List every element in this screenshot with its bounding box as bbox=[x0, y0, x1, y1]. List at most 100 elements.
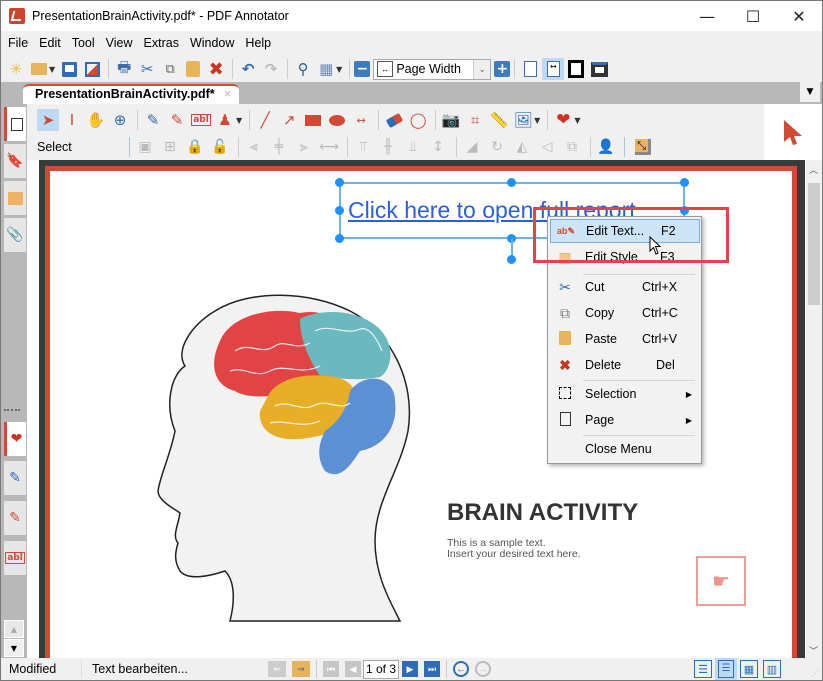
maximize-button[interactable]: ☐ bbox=[730, 1, 776, 31]
lasso-tool[interactable]: ◯ bbox=[407, 109, 429, 131]
favorites-tool[interactable]: ❤ bbox=[552, 109, 574, 131]
single-page-layout-button[interactable]: ☰ bbox=[694, 660, 712, 678]
sidebar-tab-attachments[interactable]: 📎 bbox=[4, 218, 26, 252]
highlighter-tool[interactable]: ✎ bbox=[166, 109, 188, 131]
text-select-tool[interactable]: Ⅰ bbox=[61, 109, 83, 131]
fit-width-view-button[interactable]: ↔ bbox=[542, 58, 565, 80]
align-right-button[interactable]: ⫸ bbox=[293, 137, 315, 157]
ungroup-button[interactable]: ⊞ bbox=[159, 137, 181, 157]
cut-button[interactable]: ✂ bbox=[136, 58, 158, 80]
next-document-button[interactable]: ⇒ bbox=[292, 661, 310, 677]
dimension-tool[interactable]: ↔ bbox=[350, 109, 372, 131]
history-back-button[interactable]: ← bbox=[453, 661, 469, 677]
redo-button[interactable]: ↷ bbox=[260, 58, 282, 80]
rotation-handle[interactable] bbox=[507, 255, 516, 264]
zoom-tool[interactable]: ⊕ bbox=[109, 109, 131, 131]
resize-handle-nw[interactable] bbox=[335, 178, 344, 187]
next-page-button[interactable]: ▶ bbox=[402, 661, 418, 677]
previous-page-button[interactable]: ◀ bbox=[345, 661, 361, 677]
favorites-dropdown-arrow[interactable]: ▼ bbox=[574, 116, 580, 125]
first-page-button[interactable]: ⏮ bbox=[323, 661, 339, 677]
eraser-tool[interactable] bbox=[383, 109, 405, 131]
same-height-button[interactable]: ↕ bbox=[427, 137, 449, 157]
sidebar-tab-favorites[interactable]: ❤ bbox=[4, 422, 26, 456]
full-screen-button[interactable] bbox=[565, 58, 587, 80]
textbox-tool[interactable]: abl bbox=[190, 109, 212, 131]
splitter-handle-horizontal[interactable] bbox=[4, 409, 20, 411]
previous-document-button[interactable]: ⇐ bbox=[268, 661, 286, 677]
menu-help[interactable]: Help bbox=[241, 36, 275, 50]
sidebar-scroll-down[interactable]: ▼ bbox=[4, 639, 24, 657]
insert-image-dropdown-arrow[interactable]: ▼ bbox=[534, 116, 540, 125]
align-bottom-button[interactable]: ⫫ bbox=[402, 137, 424, 157]
lock-button[interactable]: 🔒 bbox=[184, 137, 206, 157]
crop-tool[interactable]: ⌗ bbox=[464, 109, 486, 131]
rectangle-tool[interactable] bbox=[302, 109, 324, 131]
arrow-tool[interactable]: ↗ bbox=[278, 109, 300, 131]
save-as-button[interactable] bbox=[81, 58, 103, 80]
align-left-button[interactable]: ⫷ bbox=[243, 137, 265, 157]
menu-item-page[interactable]: Page ▶ bbox=[550, 408, 700, 432]
group-button[interactable]: ▣ bbox=[134, 137, 156, 157]
rotate-right-button[interactable]: ↻ bbox=[486, 137, 508, 157]
continuous-layout-button[interactable]: ☰ bbox=[715, 658, 737, 680]
resize-handle-w[interactable] bbox=[335, 206, 344, 215]
chevron-down-icon[interactable]: ⌄ bbox=[473, 59, 491, 79]
menu-file[interactable]: File bbox=[4, 36, 32, 50]
menu-window[interactable]: Window bbox=[186, 36, 238, 50]
single-page-view-button[interactable] bbox=[519, 58, 541, 80]
menu-view[interactable]: View bbox=[102, 36, 137, 50]
sidebar-tab-notes[interactable] bbox=[4, 181, 26, 215]
undo-button[interactable]: ↶ bbox=[237, 58, 259, 80]
ellipse-tool[interactable] bbox=[326, 109, 348, 131]
sidebar-tab-textbox[interactable]: abl bbox=[4, 541, 26, 575]
resize-handle-sw[interactable] bbox=[335, 234, 344, 243]
sidebar-tab-pages[interactable] bbox=[4, 107, 26, 141]
menu-item-paste[interactable]: Paste Ctrl+V bbox=[550, 327, 700, 351]
ruler-tool[interactable]: 📏 bbox=[488, 109, 510, 131]
hand-pointer-icon-box[interactable]: ☛ bbox=[696, 556, 746, 606]
resize-grip-icon[interactable]: ⋰ bbox=[811, 669, 819, 678]
menu-extras[interactable]: Extras bbox=[140, 36, 183, 50]
open-button[interactable] bbox=[28, 58, 50, 80]
stamp-tool[interactable]: ♟ bbox=[214, 109, 236, 131]
vertical-scrollbar[interactable]: ︿ ﹀ bbox=[806, 160, 822, 660]
add-user-button[interactable]: 👤 bbox=[595, 137, 617, 157]
unlock-button[interactable]: 🔓 bbox=[209, 137, 231, 157]
resize-toggle-button[interactable]: ⤡ bbox=[635, 139, 651, 155]
line-tool[interactable]: ╱ bbox=[254, 109, 276, 131]
align-middle-button[interactable]: ╫ bbox=[377, 137, 399, 157]
delete-button[interactable]: ✖ bbox=[205, 58, 227, 80]
find-button[interactable]: ⚲ bbox=[292, 58, 314, 80]
resize-handle-n[interactable] bbox=[507, 178, 516, 187]
stamp-dropdown-arrow[interactable]: ▼ bbox=[236, 116, 242, 125]
flip-vertical-button[interactable]: ◁ bbox=[536, 137, 558, 157]
menu-item-close-menu[interactable]: Close Menu bbox=[550, 437, 700, 461]
copy-to-page-button[interactable]: ⧉ bbox=[561, 137, 583, 157]
menu-item-selection[interactable]: Selection ▶ bbox=[550, 382, 700, 406]
align-center-button[interactable]: ╪ bbox=[268, 137, 290, 157]
last-page-button[interactable]: ⏭ bbox=[424, 661, 440, 677]
document-tab[interactable]: PresentationBrainActivity.pdf* × bbox=[23, 84, 239, 104]
insert-image-tool[interactable]: 🖼 bbox=[512, 109, 534, 131]
tab-close-icon[interactable]: × bbox=[224, 86, 231, 103]
zoom-in-button[interactable]: + bbox=[494, 61, 511, 77]
two-page-layout-button[interactable]: ▦ bbox=[740, 660, 758, 678]
align-top-button[interactable]: ⫪ bbox=[352, 137, 374, 157]
scroll-down-icon[interactable]: ﹀ bbox=[809, 644, 818, 657]
menu-edit[interactable]: Edit bbox=[35, 36, 65, 50]
print-button[interactable]: 🖶 bbox=[113, 58, 135, 80]
two-page-continuous-layout-button[interactable]: ▥ bbox=[763, 660, 781, 678]
sidebar-scroll-up[interactable]: ▲ bbox=[4, 620, 24, 638]
menu-tool[interactable]: Tool bbox=[68, 36, 99, 50]
menu-item-cut[interactable]: ✂ Cut Ctrl+X bbox=[550, 275, 700, 299]
grid-dropdown-arrow[interactable]: ▼ bbox=[336, 65, 342, 74]
zoom-select[interactable]: ↔ Page Width ⌄ bbox=[373, 58, 492, 80]
copy-button[interactable]: ⧉ bbox=[159, 58, 181, 80]
resize-handle-ne[interactable] bbox=[680, 178, 689, 187]
scroll-up-icon[interactable]: ︿ bbox=[809, 163, 818, 176]
hand-tool[interactable]: ✋ bbox=[85, 109, 107, 131]
rotate-button[interactable]: ◢ bbox=[461, 137, 483, 157]
minimize-button[interactable]: — bbox=[684, 1, 730, 31]
same-width-button[interactable]: ⟷ bbox=[318, 137, 340, 157]
